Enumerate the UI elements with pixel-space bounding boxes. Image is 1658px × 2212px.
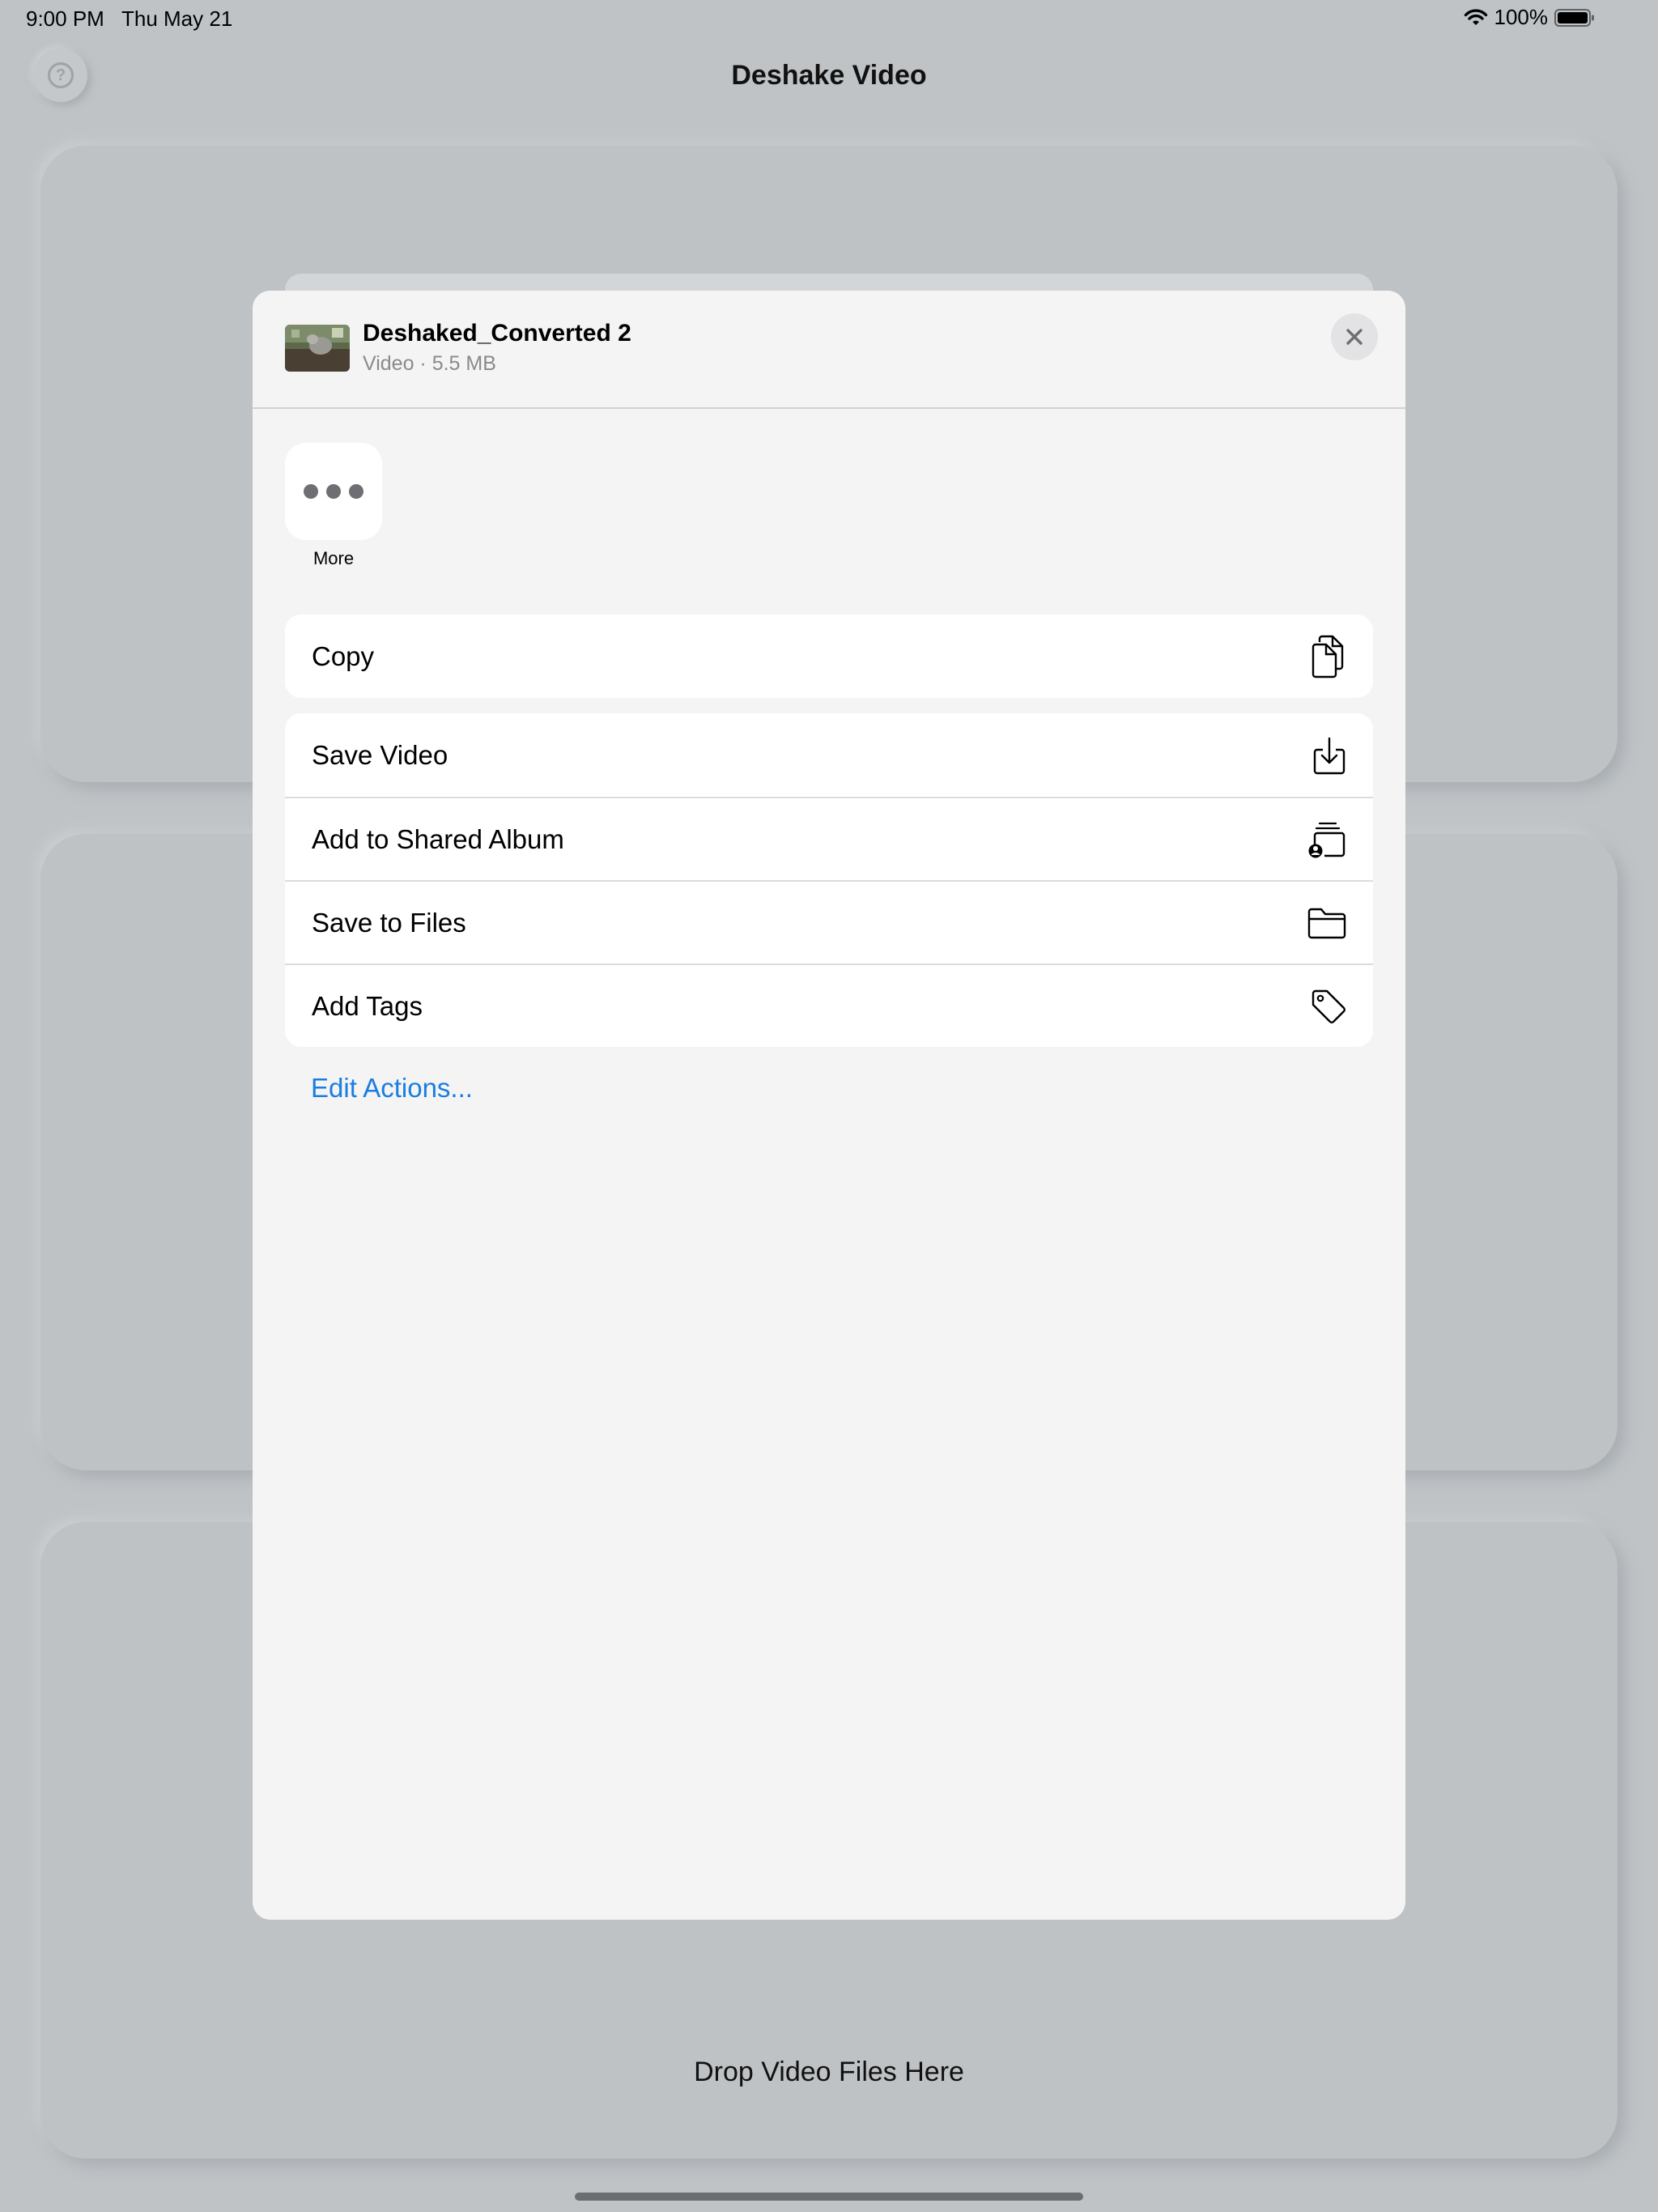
more-button[interactable]	[285, 443, 382, 540]
video-thumbnail	[285, 325, 350, 372]
file-meta: Video · 5.5 MB	[363, 352, 496, 375]
more-dot	[349, 484, 363, 499]
status-time: 9:00 PM	[26, 6, 104, 31]
action-save-to-files[interactable]: Save to Files	[285, 880, 1373, 963]
action-label: Copy	[312, 640, 375, 671]
action-label: Add Tags	[312, 990, 423, 1021]
save-video-icon	[1312, 735, 1347, 776]
close-icon	[1346, 329, 1363, 345]
folder-icon	[1307, 905, 1347, 941]
shared-album-icon	[1307, 820, 1347, 859]
action-label: Save Video	[312, 739, 449, 770]
status-indicators: 100%	[1464, 5, 1596, 30]
home-indicator[interactable]	[575, 2193, 1083, 2201]
status-bar: 9:00 PM Thu May 21 100%	[0, 0, 1658, 39]
status-date: Thu May 21	[121, 6, 233, 31]
battery-percent: 100%	[1494, 5, 1549, 29]
copy-icon	[1308, 634, 1347, 679]
action-add-shared-album[interactable]: Add to Shared Album	[285, 797, 1373, 880]
share-sheet-header: Deshaked_Converted 2 Video · 5.5 MB	[253, 291, 1405, 409]
action-label: Add to Shared Album	[312, 823, 564, 854]
close-button[interactable]	[1331, 313, 1378, 360]
battery-icon	[1554, 8, 1595, 28]
page-title: Deshake Video	[731, 60, 927, 91]
action-add-tags[interactable]: Add Tags	[285, 963, 1373, 1047]
action-group-main: Save Video Add to Shared Album Save to F…	[285, 713, 1373, 1047]
more-dot	[326, 484, 341, 499]
drop-zone-label: Drop Video Files Here	[694, 2057, 964, 2087]
more-dot	[304, 484, 318, 499]
action-group-copy: Copy	[285, 615, 1373, 698]
wifi-icon	[1464, 8, 1488, 27]
share-sheet: Deshaked_Converted 2 Video · 5.5 MB More…	[253, 291, 1405, 1920]
action-copy[interactable]: Copy	[285, 615, 1373, 698]
action-save-video[interactable]: Save Video	[285, 713, 1373, 797]
edit-actions-link[interactable]: Edit Actions...	[311, 1073, 473, 1104]
tag-icon	[1310, 988, 1347, 1025]
more-label: More	[312, 548, 355, 568]
file-name: Deshaked_Converted 2	[363, 320, 631, 347]
action-label: Save to Files	[312, 907, 466, 938]
